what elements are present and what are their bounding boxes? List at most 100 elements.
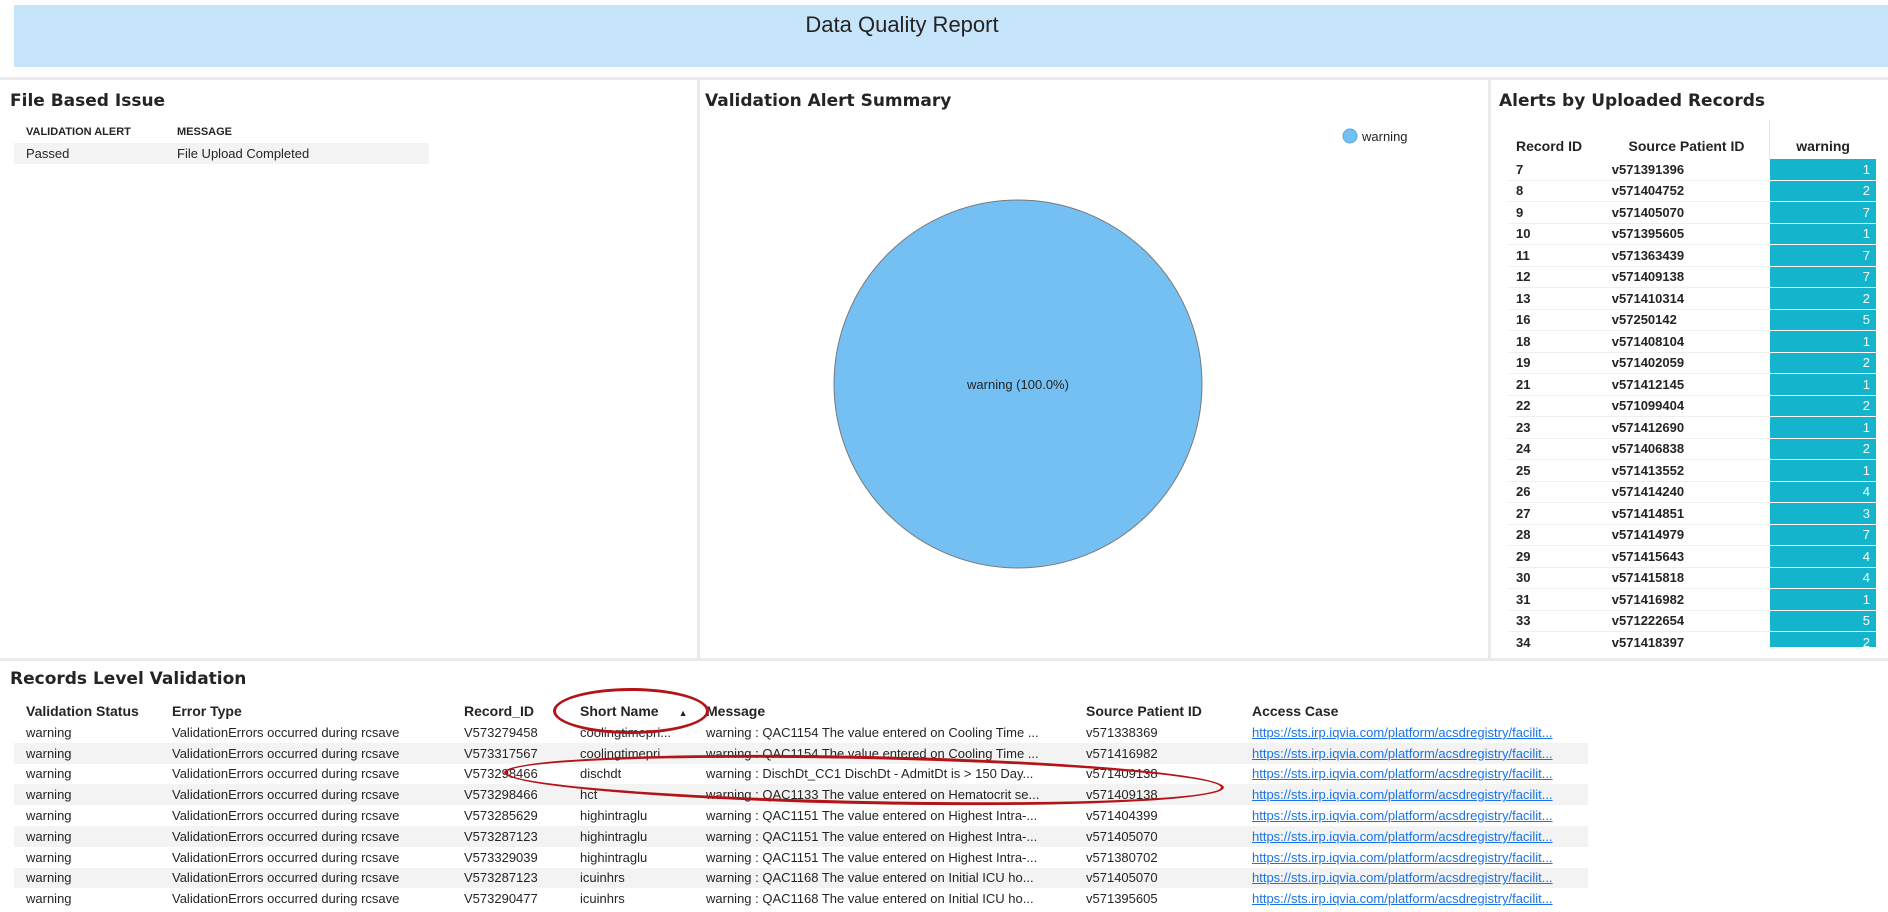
validation-status-cell: warning <box>26 891 72 907</box>
warning-count-cell: 3 <box>1769 502 1876 524</box>
table-row[interactable]: 11 v571363439 7 <box>1508 244 1876 267</box>
record-id-cell: 10 <box>1508 222 1604 245</box>
column-header-source-patient-id[interactable]: Source Patient ID <box>1074 700 1240 722</box>
record-id-cell: V573287123 <box>452 825 568 847</box>
table-row[interactable]: warning ValidationErrors occurred during … <box>14 825 1588 847</box>
table-row[interactable]: warning ValidationErrors occurred during … <box>14 764 1588 785</box>
access-case-link[interactable]: https://sts.irp.iqvia.com/platform/acsdr… <box>1240 722 1588 743</box>
table-row[interactable]: 21 v571412145 1 <box>1508 373 1876 396</box>
source-patient-id-cell: v571414851 <box>1603 502 1770 525</box>
column-header-validation-status[interactable]: Validation Status <box>14 700 160 722</box>
record-id-cell: 31 <box>1508 588 1604 611</box>
table-row[interactable]: 7 v571391396 1 <box>1508 158 1876 181</box>
access-case-link[interactable]: https://sts.irp.iqvia.com/platform/acsdr… <box>1240 867 1588 889</box>
validation-status-cell: warning <box>26 808 72 824</box>
table-row[interactable]: 23 v571412690 1 <box>1508 416 1876 439</box>
table-row[interactable]: warning ValidationErrors occurred during … <box>14 722 1588 743</box>
table-row[interactable]: 29 v571415643 4 <box>1508 545 1876 568</box>
short-name-cell: coolingtimepri... <box>568 742 694 764</box>
source-patient-id-cell: v571409138 <box>1086 766 1158 782</box>
legend-label[interactable]: warning <box>1361 129 1408 144</box>
table-row[interactable]: 33 v571222654 5 <box>1508 609 1876 632</box>
legend-marker[interactable] <box>1342 128 1358 144</box>
table-row[interactable]: 28 v571414979 7 <box>1508 523 1876 546</box>
source-patient-id-cell: v57250142 <box>1603 308 1770 331</box>
short-name-cell: icuinhrs <box>568 867 694 889</box>
message-cell: warning : QAC1133 The value entered on H… <box>694 784 1074 806</box>
warning-count-cell: 2 <box>1769 179 1876 202</box>
column-header-validation-alert[interactable]: VALIDATION ALERT <box>14 121 165 143</box>
table-row[interactable]: 22 v571099404 2 <box>1508 394 1876 417</box>
table-row[interactable]: 19 v571402059 2 <box>1508 351 1876 374</box>
validation-summary-title: Validation Alert Summary <box>705 91 952 111</box>
table-row[interactable]: warning ValidationErrors occurred during … <box>14 805 1588 826</box>
column-header-warning[interactable]: warning <box>1769 120 1876 159</box>
validation-alert-cell: Passed <box>14 143 165 164</box>
column-header-record-id[interactable]: Record ID <box>1508 120 1604 159</box>
table-row[interactable]: 9 v571405070 7 <box>1508 201 1876 224</box>
warning-count-cell: 2 <box>1769 351 1876 374</box>
table-row[interactable]: 13 v571410314 2 <box>1508 287 1876 310</box>
table-row[interactable]: 25 v571413552 1 <box>1508 459 1876 482</box>
table-row[interactable]: warning ValidationErrors occurred during … <box>14 867 1588 889</box>
warning-count-cell: 4 <box>1769 566 1876 589</box>
access-case-link[interactable]: https://sts.irp.iqvia.com/platform/acsdr… <box>1240 888 1588 909</box>
table-row[interactable]: 12 v571409138 7 <box>1508 265 1876 288</box>
access-case-link[interactable]: https://sts.irp.iqvia.com/platform/acsdr… <box>1240 764 1588 785</box>
warning-count-cell: 2 <box>1769 437 1876 460</box>
access-case-link[interactable]: https://sts.irp.iqvia.com/platform/acsdr… <box>1240 805 1588 826</box>
record-id-cell: 18 <box>1508 330 1604 353</box>
access-case-link[interactable]: https://sts.irp.iqvia.com/platform/acsdr… <box>1240 742 1588 764</box>
error-type-cell: ValidationErrors occurred during rcsave <box>160 784 452 806</box>
record-id-cell: 22 <box>1508 394 1604 417</box>
column-header-message[interactable]: MESSAGE <box>165 121 429 143</box>
short-name-cell: icuinhrs <box>580 891 625 907</box>
table-row[interactable]: 31 v571416982 1 <box>1508 588 1876 611</box>
source-patient-id-cell: v571404752 <box>1603 179 1770 202</box>
table-row[interactable]: 26 v571414240 4 <box>1508 480 1876 503</box>
table-row[interactable]: warning ValidationErrors occurred during … <box>14 847 1588 868</box>
source-patient-id-cell: v571412690 <box>1603 416 1770 439</box>
table-row[interactable]: warning ValidationErrors occurred during … <box>14 888 1588 909</box>
record-id-cell: 26 <box>1508 480 1604 503</box>
table-row[interactable]: 30 v571415818 4 <box>1508 566 1876 589</box>
sort-ascending-icon[interactable]: ▲ <box>679 708 688 718</box>
table-row[interactable]: 18 v571408104 1 <box>1508 330 1876 353</box>
column-header-message[interactable]: Message <box>694 700 1074 722</box>
source-patient-id-cell: v571404399 <box>1086 808 1158 824</box>
source-patient-id-cell: v571099404 <box>1603 394 1770 417</box>
table-row[interactable]: 24 v571406838 2 <box>1508 437 1876 460</box>
report-header: Data Quality Report <box>14 5 1888 67</box>
access-case-link[interactable]: https://sts.irp.iqvia.com/platform/acsdr… <box>1240 784 1588 806</box>
record-id-cell: 34 <box>1508 631 1604 647</box>
alerts-table-scroll[interactable]: Record ID Source Patient ID warning 7 v57… <box>1508 120 1876 647</box>
message-cell: warning : QAC1151 The value entered on H… <box>706 849 1038 865</box>
source-patient-id-cell: v571395605 <box>1086 891 1158 907</box>
table-row[interactable]: 34 v571418397 2 <box>1508 631 1876 647</box>
table-row[interactable]: 8 v571404752 2 <box>1508 179 1876 202</box>
record-id-cell: V573298466 <box>452 784 568 806</box>
table-row[interactable]: Passed File Upload Completed <box>14 143 429 164</box>
column-header-access-case[interactable]: Access Case <box>1240 700 1588 722</box>
column-header-short-name[interactable]: Short Name ▲ <box>568 700 694 722</box>
message-cell: warning : QAC1154 The value entered on C… <box>694 742 1074 764</box>
access-case-link[interactable]: https://sts.irp.iqvia.com/platform/acsdr… <box>1240 825 1588 847</box>
error-type-cell: ValidationErrors occurred during rcsave <box>172 724 400 740</box>
record-id-cell: V573285629 <box>464 808 538 824</box>
validation-status-cell: warning <box>26 766 72 782</box>
validation-status-cell: warning <box>14 742 160 764</box>
access-case-link[interactable]: https://sts.irp.iqvia.com/platform/acsdr… <box>1240 847 1588 868</box>
source-patient-id-cell: v571415643 <box>1603 545 1770 568</box>
column-header-record-id[interactable]: Record_ID <box>452 700 568 722</box>
table-row[interactable]: 27 v571414851 3 <box>1508 502 1876 525</box>
column-header-source-patient-id[interactable]: Source Patient ID <box>1604 120 1770 159</box>
record-id-cell: V573279458 <box>464 724 538 740</box>
record-id-cell: V573329039 <box>464 849 538 865</box>
table-row[interactable]: 16 v57250142 5 <box>1508 308 1876 331</box>
table-row[interactable]: 10 v571395605 1 <box>1508 222 1876 245</box>
table-row[interactable]: warning ValidationErrors occurred during … <box>14 784 1588 806</box>
column-header-error-type[interactable]: Error Type <box>160 700 452 722</box>
source-patient-id-cell: v571405070 <box>1603 201 1770 224</box>
table-row[interactable]: warning ValidationErrors occurred during … <box>14 742 1588 764</box>
source-patient-id-cell: v571405070 <box>1074 825 1240 847</box>
